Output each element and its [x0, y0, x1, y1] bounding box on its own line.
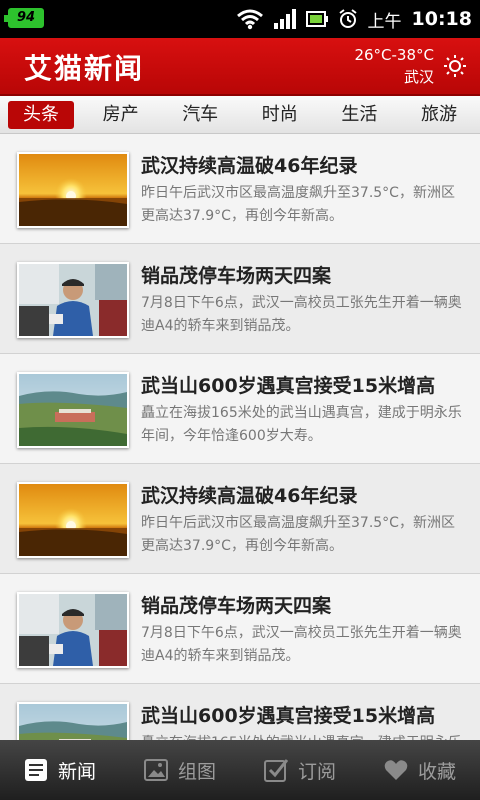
subscribe-icon [263, 759, 288, 782]
news-item[interactable]: 武当山600岁遇真宫接受15米增高 矗立在海拔165米处的武当山遇真宫，建成于明… [0, 354, 480, 464]
sun-settings-icon [444, 55, 466, 77]
news-title: 武当山600岁遇真宫接受15米增高 [141, 375, 436, 397]
news-item[interactable]: 武当山600岁遇真宫接受15米增高 矗立在海拔165米处的武当山遇真宫，建成于明… [0, 684, 480, 740]
nav-subscribe-label: 订阅 [297, 760, 336, 783]
news-title: 武汉持续高温破46年纪录 [141, 485, 358, 507]
signal-icon [273, 9, 296, 29]
news-title: 销品茂停车场两天四案 [141, 595, 332, 617]
nav-favorite-label: 收藏 [417, 760, 456, 783]
nav-news-label: 新闻 [57, 760, 96, 783]
news-item[interactable]: 武汉持续高温破46年纪录 昨日午后武汉市区最高温度飙升至37.5°C，新洲区更高… [0, 464, 480, 574]
category-tabs: 头条 房产 汽车 时尚 生活 旅游 [0, 96, 480, 134]
gallery-icon [143, 759, 168, 781]
bottom-nav: 新闻 组图 订阅 收藏 [0, 740, 480, 800]
favorite-icon [384, 760, 408, 780]
news-list: 武汉持续高温破46年纪录 昨日午后武汉市区最高温度飙升至37.5°C，新洲区更高… [0, 134, 480, 740]
news-thumbnail-policeman [17, 262, 129, 338]
news-thumbnail-sunset [17, 482, 129, 558]
weather-widget[interactable]: 26°C-38°C 武汉 [354, 44, 434, 88]
news-thumbnail-sunset [17, 152, 129, 228]
news-thumbnail-aerial [17, 372, 129, 448]
tab-realestate[interactable]: 房产 [88, 101, 154, 129]
weather-temperature: 26°C-38°C [354, 46, 434, 64]
news-summary: 昨日午后武汉市区最高温度飙升至37.5°C，新洲区更高达37.9°C，再创今年新… [141, 185, 455, 224]
tab-travel[interactable]: 旅游 [406, 101, 472, 129]
alarm-icon [338, 9, 357, 28]
news-summary: 矗立在海拔165米处的武当山遇真宫，建成于明永乐年间，今年恰逢600岁大寿。 [141, 405, 462, 444]
weather-city: 武汉 [403, 68, 434, 86]
nav-gallery-label: 组图 [177, 760, 216, 783]
nav-subscribe[interactable]: 订阅 [240, 740, 360, 800]
status-ampm: 上午 [367, 11, 402, 32]
tab-auto[interactable]: 汽车 [167, 101, 233, 129]
status-bar: 94 上午 10:18 [0, 0, 480, 38]
nav-gallery[interactable]: 组图 [120, 740, 240, 800]
app-header: 艾猫新闻 26°C-38°C 武汉 [0, 38, 480, 96]
news-summary: 昨日午后武汉市区最高温度飙升至37.5°C，新洲区更高达37.9°C，再创今年新… [141, 515, 455, 554]
news-item[interactable]: 销品茂停车场两天四案 7月8日下午6点，武汉一高校员工张先生开着一辆奥迪A4的轿… [0, 244, 480, 354]
settings-button[interactable] [444, 55, 466, 81]
tab-headline[interactable]: 头条 [8, 100, 74, 129]
news-summary: 7月8日下午6点，武汉一高校员工张先生开着一辆奥迪A4的轿车来到销品茂。 [141, 625, 462, 664]
news-title: 销品茂停车场两天四案 [141, 265, 332, 287]
nav-favorite[interactable]: 收藏 [360, 740, 480, 800]
news-thumbnail-policeman [17, 592, 129, 668]
tab-fashion[interactable]: 时尚 [247, 101, 313, 129]
news-thumbnail-aerial [17, 702, 129, 740]
news-summary: 矗立在海拔165米处的武当山遇真宫，建成于明永乐年间，今年恰逢600岁大寿。 [141, 732, 468, 740]
news-item[interactable]: 武汉持续高温破46年纪录 昨日午后武汉市区最高温度飙升至37.5°C，新洲区更高… [0, 134, 480, 244]
news-summary: 7月8日下午6点，武汉一高校员工张先生开着一辆奥迪A4的轿车来到销品茂。 [141, 295, 462, 334]
news-item[interactable]: 销品茂停车场两天四案 7月8日下午6点，武汉一高校员工张先生开着一辆奥迪A4的轿… [0, 574, 480, 684]
battery-icon [305, 11, 328, 27]
nav-news[interactable]: 新闻 [0, 740, 120, 800]
status-time: 10:18 [411, 8, 472, 30]
news-icon [24, 759, 47, 781]
app-logo: 艾猫新闻 [24, 52, 145, 85]
battery-level: 94 [10, 10, 42, 26]
news-title: 武当山600岁遇真宫接受15米增高 [141, 705, 436, 727]
tab-life[interactable]: 生活 [326, 101, 392, 129]
wifi-icon [236, 9, 263, 30]
battery-badge: 94 [4, 8, 44, 32]
news-title: 武汉持续高温破46年纪录 [141, 155, 358, 177]
